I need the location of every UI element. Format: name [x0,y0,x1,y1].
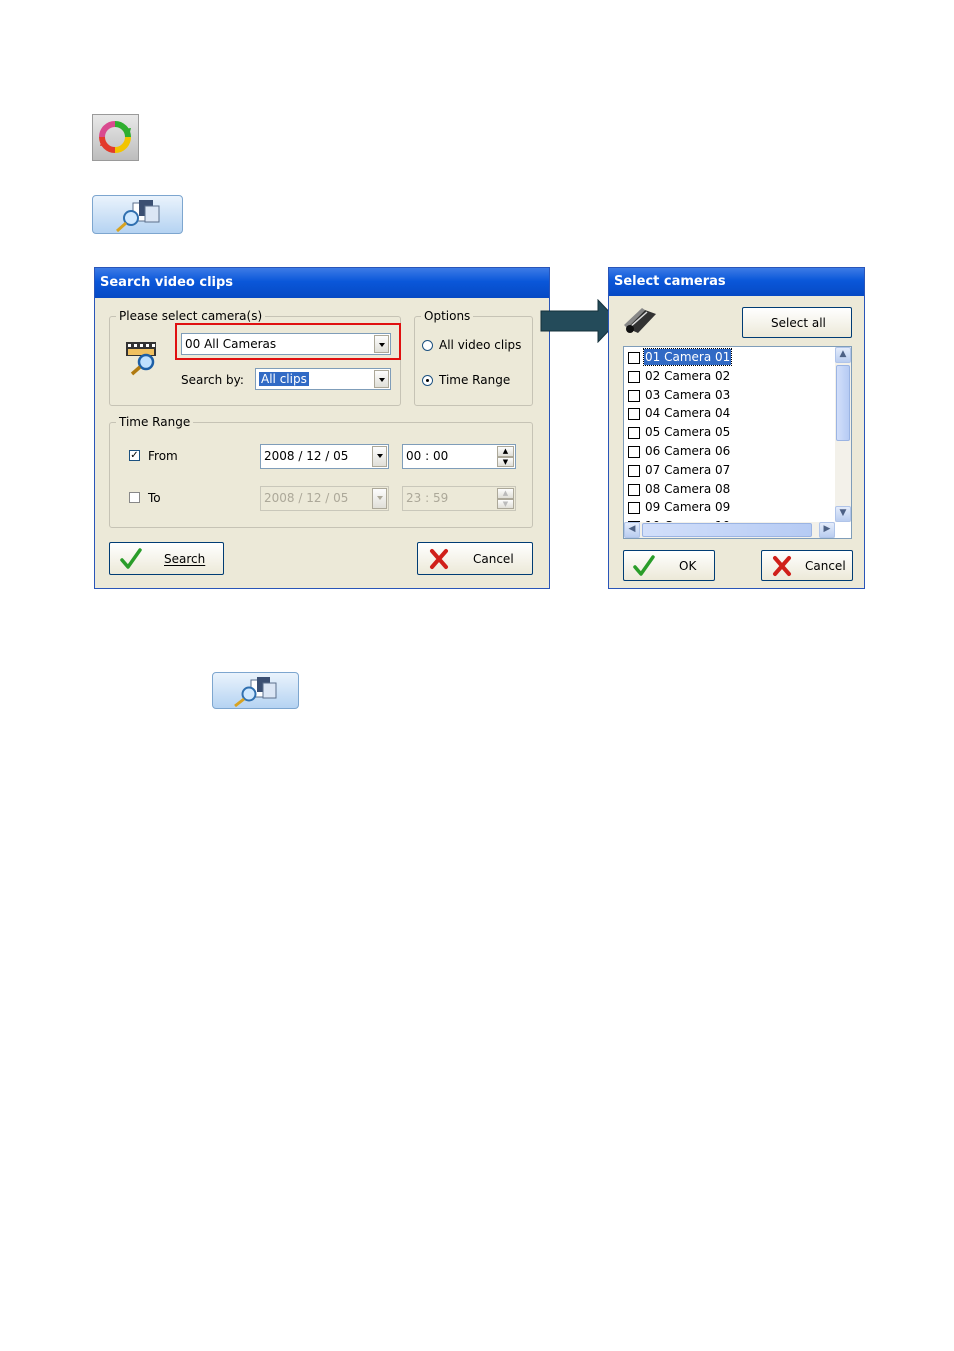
time-range-group: Time Range [109,414,533,528]
checkmark-icon [120,548,142,569]
to-time-spinner[interactable]: ▲ ▼ [497,488,514,509]
scrollbar-thumb[interactable] [836,365,850,441]
cancel-button[interactable]: Cancel [417,542,533,575]
camera-label: 06 Camera 06 [645,444,731,458]
camera-list-item[interactable]: 08 Camera 08 [626,480,826,499]
from-time-value: 00 : 00 [406,449,449,463]
camera-checkbox[interactable] [628,408,640,421]
scroll-down-icon[interactable]: ▼ [835,506,851,522]
chevron-down-icon[interactable] [372,488,387,509]
camera-label: 05 Camera 05 [645,425,731,440]
select-cameras-cancel-label: Cancel [805,559,846,573]
camera-list-item[interactable]: 07 Camera 07 [626,461,826,480]
time-range-legend: Time Range [116,414,194,430]
search-clips-toolbar-button[interactable] [92,195,183,234]
search-video-clips-dialog: Search video clips Please select camera(… [94,267,550,589]
scroll-up-icon[interactable]: ▲ [835,347,851,363]
camera-checkbox[interactable] [628,446,640,458]
from-label: From [148,449,178,463]
all-video-clips-label: All video clips [439,338,522,352]
to-time-value: 23 : 59 [406,491,449,505]
to-date-picker[interactable]: 2008 / 12 / 05 [260,486,389,511]
vertical-scrollbar[interactable]: ▲ ▼ [835,347,851,522]
camera-list-item[interactable]: 03 Camera 03 [626,386,826,405]
select-cameras-cancel-button[interactable]: Cancel [761,550,853,581]
ok-button-label: OK [679,559,697,573]
search-button-label: Search [164,552,206,566]
camera-label: 01 Camera 01 [642,348,733,366]
camera-checkbox[interactable] [628,352,640,364]
camera-group-legend: Please select camera(s) [116,308,266,324]
search-clips-toolbar-button-2[interactable] [212,672,299,709]
select-cameras-title: Select cameras [609,268,864,296]
to-time-field[interactable]: 23 : 59 ▲ ▼ [402,486,516,511]
from-date-picker[interactable]: 2008 / 12 / 05 [260,444,389,469]
camera-combo-value: 00 All Cameras [185,337,277,351]
search-clips-icon [234,677,277,708]
from-time-spinner[interactable]: ▲ ▼ [497,446,514,467]
from-checkbox[interactable]: ✓ [129,450,140,461]
camera-label: 07 Camera 07 [645,462,731,477]
time-range-option-label: Time Range [439,373,511,387]
search-by-combo[interactable]: All clips [255,368,391,390]
time-range-radio[interactable] [422,375,433,386]
cancel-x-icon [773,556,791,576]
camera-list-item[interactable]: 05 Camera 05 [626,423,826,442]
cancel-button-label: Cancel [473,552,514,566]
camera-list-item[interactable]: 02 Camera 02 [626,367,826,386]
spin-up-icon[interactable]: ▲ [497,488,514,499]
to-label: To [148,491,161,505]
scroll-right-icon[interactable]: ▶ [819,522,835,538]
options-legend: Options [421,308,474,324]
cancel-x-icon [430,549,448,569]
camera-label: 09 Camera 09 [645,500,731,515]
spin-down-icon[interactable]: ▼ [497,498,514,509]
select-cameras-dialog: Select cameras Select all 01 Camera 01 02… [608,267,865,589]
camera-checkbox[interactable] [628,389,640,402]
dialog-title: Search video clips [95,268,549,298]
camera-checkbox[interactable] [628,483,640,496]
camera-combo[interactable]: 00 All Cameras [181,333,391,355]
from-time-field[interactable]: 00 : 00 ▲ ▼ [402,444,516,469]
camera-label: 04 Camera 04 [645,406,731,421]
camera-search-icon [126,342,156,376]
camera-list-item[interactable]: 01 Camera 01 [626,348,826,367]
options-group: Options [414,308,533,406]
scroll-left-icon[interactable]: ◀ [624,522,640,538]
all-video-clips-radio[interactable] [422,340,433,351]
refresh-button[interactable] [92,114,139,161]
camera-checkbox[interactable] [628,464,640,477]
refresh-icon [99,121,131,153]
camera-label: 03 Camera 03 [645,387,731,402]
chevron-down-icon[interactable] [374,335,389,353]
from-date-value: 2008 / 12 / 05 [264,449,349,463]
to-checkbox[interactable] [129,492,140,503]
camera-label: 08 Camera 08 [645,481,731,496]
to-date-value: 2008 / 12 / 05 [264,491,349,505]
checkmark-icon [633,555,655,576]
ok-button[interactable]: OK [623,550,715,581]
camera-label: 02 Camera 02 [645,368,731,383]
chevron-down-icon[interactable] [372,446,387,467]
select-all-button[interactable]: Select all [742,307,852,338]
chevron-down-icon[interactable] [374,370,389,388]
spin-down-icon[interactable]: ▼ [497,456,514,467]
search-clips-icon [116,200,160,233]
search-by-label: Search by: [181,373,244,387]
search-by-value: All clips [259,372,309,386]
camera-checkbox[interactable] [628,502,640,515]
camera-list[interactable]: 01 Camera 01 02 Camera 02 03 Camera 03 04 C… [623,346,852,539]
camera-checkbox[interactable] [628,370,640,383]
camera-list-item[interactable]: 04 Camera 04 [626,404,826,423]
camera-checkbox[interactable] [628,427,640,440]
select-all-label: Select all [771,316,826,330]
h-scrollbar-thumb[interactable] [642,523,812,537]
search-button[interactable]: Search [109,542,224,575]
camera-list-item[interactable]: 09 Camera 09 [626,498,826,517]
camera-icon [624,308,656,333]
camera-list-item[interactable]: 06 Camera 06 [626,442,826,461]
spin-up-icon[interactable]: ▲ [497,446,514,457]
horizontal-scrollbar[interactable]: ◀ ▶ [624,522,835,538]
